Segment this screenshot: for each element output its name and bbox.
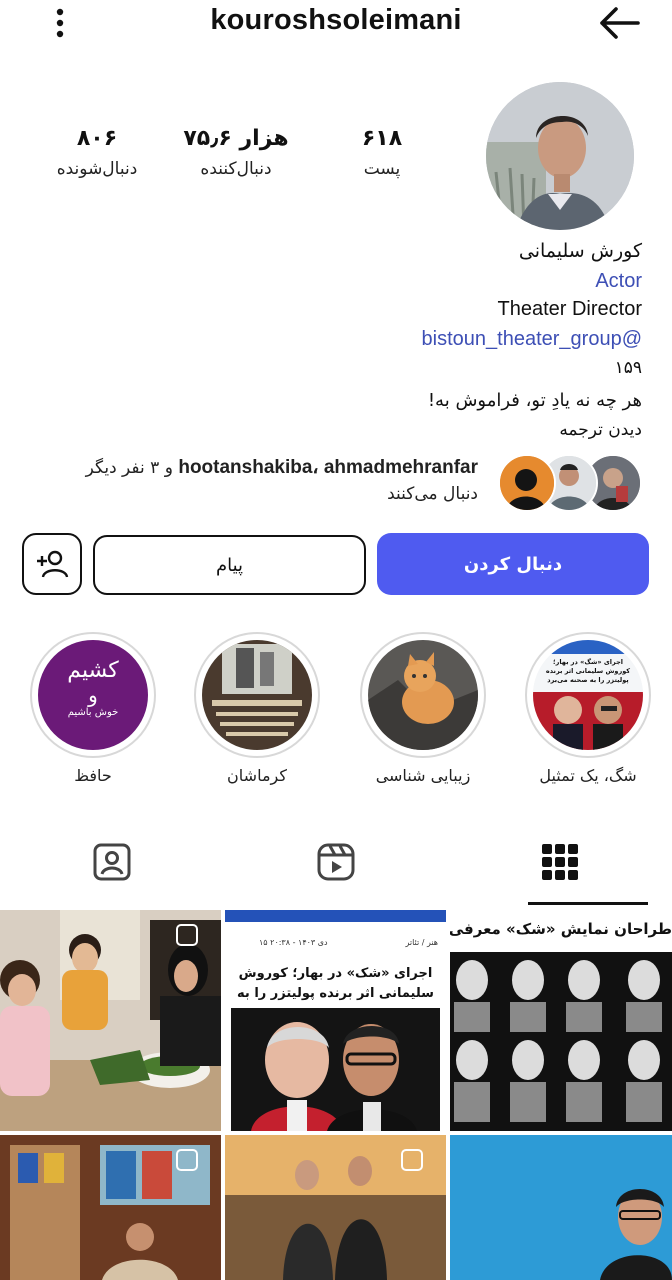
followed-by-others: و ۳ نفر دیگر (85, 458, 179, 478)
arrow-right-icon (600, 7, 640, 39)
highlight-image (202, 640, 312, 750)
followed-by-text: hootanshakiba، ahmadmehranfar و ۳ نفر دی… (38, 456, 478, 479)
add-person-icon (37, 550, 69, 578)
post-image (231, 1008, 440, 1131)
grid-post[interactable] (450, 1135, 672, 1280)
hafez-text-3: خوش باشیم (67, 707, 119, 718)
followers-count: ۷۵٫۶ هزار (183, 126, 289, 151)
highlight-label: شگ، یک تمثیل (539, 766, 637, 785)
highlight-aesthetics[interactable] (360, 632, 486, 758)
reels-icon (317, 843, 355, 881)
post-image (450, 952, 672, 1131)
grid-post[interactable] (0, 910, 221, 1131)
highlight-news-headline: اجرای «شگ» در بهار؛ کوروش سلیمانی اثر بر… (545, 658, 631, 684)
multi-post-icon (176, 1149, 198, 1171)
avatar-photo (486, 82, 634, 230)
active-tab-indicator (528, 902, 648, 905)
bio-number: ۱۵۹ (614, 358, 642, 378)
tab-reels[interactable] (224, 820, 448, 904)
following-label: دنبال‌شونده (56, 159, 138, 179)
followers-label: دنبال‌کننده (200, 159, 272, 179)
following-count: ۸۰۶ (76, 126, 118, 151)
highlight-label: زیبایی شناسی (375, 766, 471, 785)
highlight-shak[interactable]: اجرای «شگ» در بهار؛ کوروش سلیمانی اثر بر… (525, 632, 651, 758)
follower-avatar (498, 454, 556, 512)
news-header-bar (225, 910, 446, 922)
hafez-text-2: و (88, 683, 98, 707)
bio-line-title: Theater Director (497, 298, 643, 320)
grid-post[interactable]: ۱۵ دی ۱۴۰۳ - ۲۰:۳۸ هنر / تئاتر اجرای «شک… (225, 910, 446, 1131)
posts-count: ۶۱۸ (361, 126, 403, 151)
profile-name: کورش سلیمانی (518, 240, 642, 262)
posts-stat[interactable]: ۶۱۸ پست (342, 126, 422, 179)
post3-headline: طراحان نمایش «شک» معرفی شدند (450, 920, 672, 938)
post-image (450, 1135, 672, 1280)
highlight-label: حافظ (74, 766, 112, 785)
follow-button[interactable]: دنبال کردن (377, 533, 649, 595)
multi-post-icon (176, 924, 198, 946)
highlight-image (368, 640, 478, 750)
suggest-users-button[interactable] (22, 533, 82, 595)
see-translation-link[interactable]: دیدن ترجمه (559, 420, 642, 440)
highlight-image: اجرای «شگ» در بهار؛ کوروش سلیمانی اثر بر… (533, 640, 643, 750)
post2-date: ۱۵ دی ۱۴۰۳ - ۲۰:۳۸ (259, 938, 328, 947)
highlight-label: کرماشان (227, 766, 287, 785)
bio-quote: هر چه نه یادِ تو، فراموش به! (427, 390, 642, 411)
followers-avatars[interactable] (498, 454, 642, 512)
highlight-hafez[interactable]: کشیم و خوش باشیم (30, 632, 156, 758)
highlight-image: کشیم و خوش باشیم (38, 640, 148, 750)
back-button[interactable] (596, 4, 642, 42)
message-button[interactable]: پیام (93, 535, 366, 595)
tab-tagged[interactable] (0, 820, 224, 904)
tab-grid[interactable] (448, 820, 672, 904)
profile-username: kouroshsoleimani (210, 4, 462, 36)
tagged-person-icon (93, 843, 131, 881)
followed-by-names[interactable]: hootanshakiba، ahmadmehranfar (178, 457, 478, 478)
profile-category: Actor (595, 270, 642, 292)
grid-post[interactable] (0, 1135, 221, 1280)
followers-stat[interactable]: ۷۵٫۶ هزار دنبال‌کننده (176, 126, 296, 179)
posts-label: پست (363, 159, 401, 179)
bio-mention-link[interactable]: bistoun_theater_group@ (422, 328, 642, 351)
grid-post[interactable] (225, 1135, 446, 1280)
following-stat[interactable]: ۸۰۶ دنبال‌شونده (40, 126, 154, 179)
grid-post[interactable]: طراحان نمایش «شک» معرفی شدند (450, 910, 672, 1131)
followed-by-suffix: دنبال می‌کنند (387, 484, 478, 504)
highlight-kermashan[interactable] (194, 632, 320, 758)
hafez-text-1: کشیم (67, 658, 119, 683)
post2-crumb: هنر / تئاتر (405, 938, 438, 947)
multi-post-icon (401, 1149, 423, 1171)
grid-icon (542, 844, 578, 880)
profile-avatar[interactable] (486, 82, 634, 230)
